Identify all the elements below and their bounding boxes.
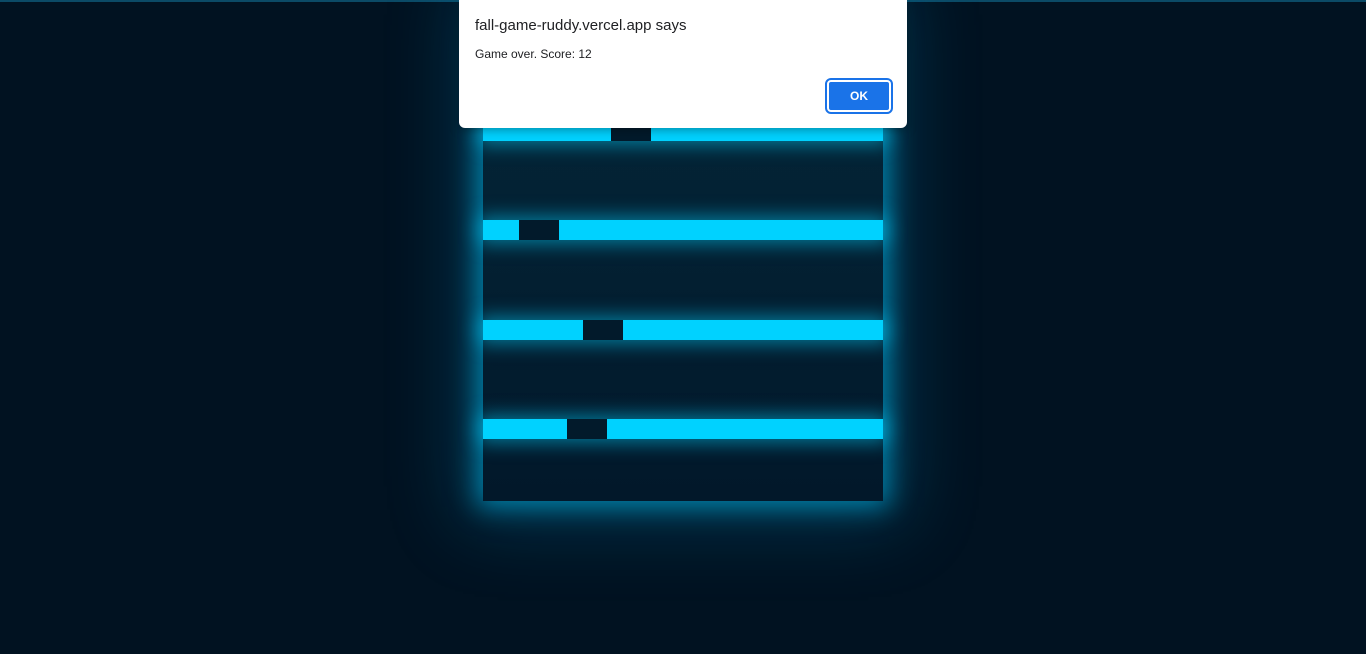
alert-dialog: fall-game-ruddy.vercel.app says Game ove… [459, 0, 907, 128]
dialog-message: Game over. Score: 12 [475, 47, 592, 61]
game-viewport: fall-game-ruddy.vercel.app says Game ove… [0, 0, 1366, 654]
ok-button[interactable]: OK [825, 78, 893, 114]
dialog-title: fall-game-ruddy.vercel.app says [475, 17, 687, 34]
